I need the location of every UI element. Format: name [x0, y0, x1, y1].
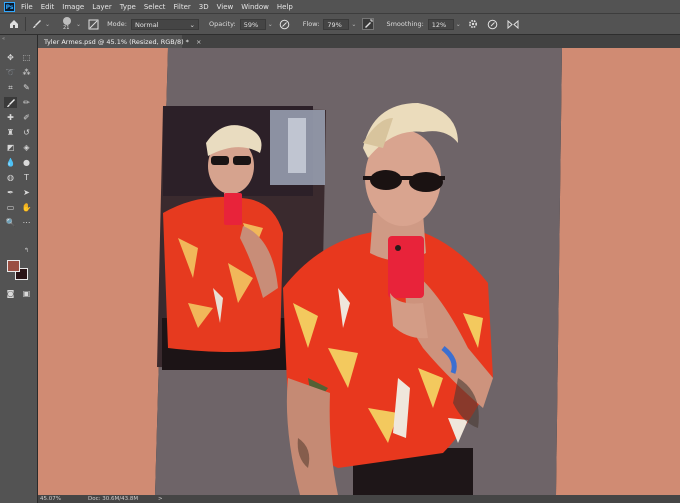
- opacity-input[interactable]: 59%: [239, 18, 266, 30]
- artboard-tool-icon[interactable]: ⬚: [20, 52, 33, 63]
- home-icon[interactable]: [8, 18, 20, 30]
- hand-tool-icon[interactable]: ✋: [20, 202, 33, 213]
- brush-settings-icon[interactable]: [87, 18, 99, 30]
- chevron-down-icon[interactable]: ⌄: [76, 21, 81, 28]
- screen-mode-icon[interactable]: ▣: [20, 288, 33, 299]
- divider: [25, 17, 26, 31]
- collapse-icon[interactable]: «: [2, 36, 5, 42]
- brush-tool-icon[interactable]: [4, 97, 17, 108]
- path-selection-tool-icon[interactable]: ➤: [20, 187, 33, 198]
- eyedropper-tool-icon[interactable]: ✎: [20, 82, 33, 93]
- document-tab-title: Tyler Armes.psd @ 45.1% (Resized, RGB/8)…: [44, 37, 189, 46]
- chevron-down-icon[interactable]: ⌄: [456, 21, 461, 28]
- brush-tool-icon[interactable]: [31, 18, 43, 30]
- rectangle-tool-icon[interactable]: ▭: [4, 202, 17, 213]
- opacity-label: Opacity:: [208, 20, 236, 28]
- flow-input[interactable]: 79%: [323, 18, 350, 30]
- lasso-tool-icon[interactable]: ➰: [4, 67, 17, 78]
- smoothing-label: Smoothing:: [386, 20, 424, 28]
- blur-tool-icon[interactable]: 💧: [4, 157, 17, 168]
- menu-filter[interactable]: Filter: [173, 3, 190, 11]
- move-tool-icon[interactable]: ✥: [4, 52, 17, 63]
- zoom-level[interactable]: 45.07%: [40, 495, 61, 503]
- tools-panel: « ✥ ⬚ ➰ ⁂ ⌗ ✎ ✏ ✚ ✐ ♜ ↺ ◩ ◈ 💧 ● ◍ T ✒ ➤ …: [0, 35, 38, 503]
- paint-bucket-tool-icon[interactable]: ◈: [20, 142, 33, 153]
- symmetry-icon[interactable]: [507, 18, 519, 30]
- status-menu-arrow[interactable]: >: [158, 495, 163, 503]
- magic-wand-tool-icon[interactable]: ⁂: [20, 67, 33, 78]
- document-tab-bar: Tyler Armes.psd @ 45.1% (Resized, RGB/8)…: [38, 35, 680, 48]
- document-size: Doc: 30.6M/43.8M: [88, 496, 139, 502]
- menu-select[interactable]: Select: [144, 3, 166, 11]
- mode-label: Mode:: [107, 20, 127, 28]
- brush-tip-icon: [63, 17, 72, 25]
- menu-type[interactable]: Type: [120, 3, 136, 11]
- mode-select[interactable]: Normal ⌄: [130, 18, 199, 30]
- menu-bar: Ps File Edit Image Layer Type Select Fil…: [0, 0, 680, 13]
- swap-colors-icon[interactable]: ↰: [24, 247, 29, 254]
- chevron-down-icon[interactable]: ⌄: [351, 21, 356, 28]
- pencil-tool-icon[interactable]: ✏: [20, 97, 33, 108]
- crop-tool-icon[interactable]: ⌗: [4, 82, 17, 93]
- brush-size-value: 21: [63, 25, 70, 31]
- chevron-down-icon[interactable]: ⌄: [268, 21, 273, 28]
- pen-tool-icon[interactable]: ✒: [4, 187, 17, 198]
- sponge-tool-icon[interactable]: ◍: [4, 172, 17, 183]
- clone-stamp-tool-icon[interactable]: ♜: [4, 127, 17, 138]
- chevron-down-icon: ⌄: [189, 20, 195, 29]
- photoshop-logo[interactable]: Ps: [4, 1, 15, 12]
- more-tools-icon[interactable]: ⋯: [20, 217, 33, 228]
- options-bar: ⌄ 21 ⌄ Mode: Normal ⌄ Opacity: 59% ⌄ Flo…: [0, 13, 680, 35]
- canvas-artwork: [38, 48, 680, 495]
- document-tab[interactable]: Tyler Armes.psd @ 45.1% (Resized, RGB/8)…: [38, 35, 201, 48]
- flow-label: Flow:: [302, 20, 320, 28]
- type-tool-icon[interactable]: T: [20, 172, 33, 183]
- menu-help[interactable]: Help: [277, 3, 293, 11]
- quick-mask-icon[interactable]: ◙: [4, 288, 17, 299]
- menu-window[interactable]: Window: [241, 3, 269, 11]
- status-bar: 45.07% Doc: 30.6M/43.8M >: [38, 495, 680, 503]
- menu-image[interactable]: Image: [62, 3, 84, 11]
- airbrush-icon[interactable]: [362, 18, 375, 30]
- chevron-down-icon[interactable]: ⌄: [45, 21, 50, 28]
- pressure-opacity-icon[interactable]: [279, 18, 291, 30]
- menu-layer[interactable]: Layer: [92, 3, 112, 11]
- healing-brush-tool-icon[interactable]: ✚: [4, 112, 17, 123]
- pressure-size-icon[interactable]: [487, 18, 499, 30]
- eraser-tool-icon[interactable]: ◩: [4, 142, 17, 153]
- left-peach-panel: [38, 48, 168, 495]
- dodge-tool-icon[interactable]: ●: [20, 157, 33, 168]
- zoom-tool-icon[interactable]: 🔍: [4, 217, 17, 228]
- close-icon[interactable]: ×: [196, 38, 201, 46]
- foreground-color-swatch[interactable]: [7, 260, 20, 272]
- smoothing-input[interactable]: 12%: [427, 18, 454, 30]
- mode-value: Normal: [134, 20, 159, 29]
- menu-view[interactable]: View: [217, 3, 234, 11]
- gear-icon[interactable]: [467, 18, 479, 30]
- history-brush-tool-icon[interactable]: ↺: [20, 127, 33, 138]
- mixer-brush-tool-icon[interactable]: ✐: [20, 112, 33, 123]
- document-canvas[interactable]: [38, 48, 680, 495]
- menu-file[interactable]: File: [21, 3, 33, 11]
- menu-3d[interactable]: 3D: [199, 3, 209, 11]
- menu-edit[interactable]: Edit: [41, 3, 55, 11]
- right-peach-panel: [556, 48, 680, 495]
- brush-preset-picker[interactable]: 21: [60, 16, 74, 32]
